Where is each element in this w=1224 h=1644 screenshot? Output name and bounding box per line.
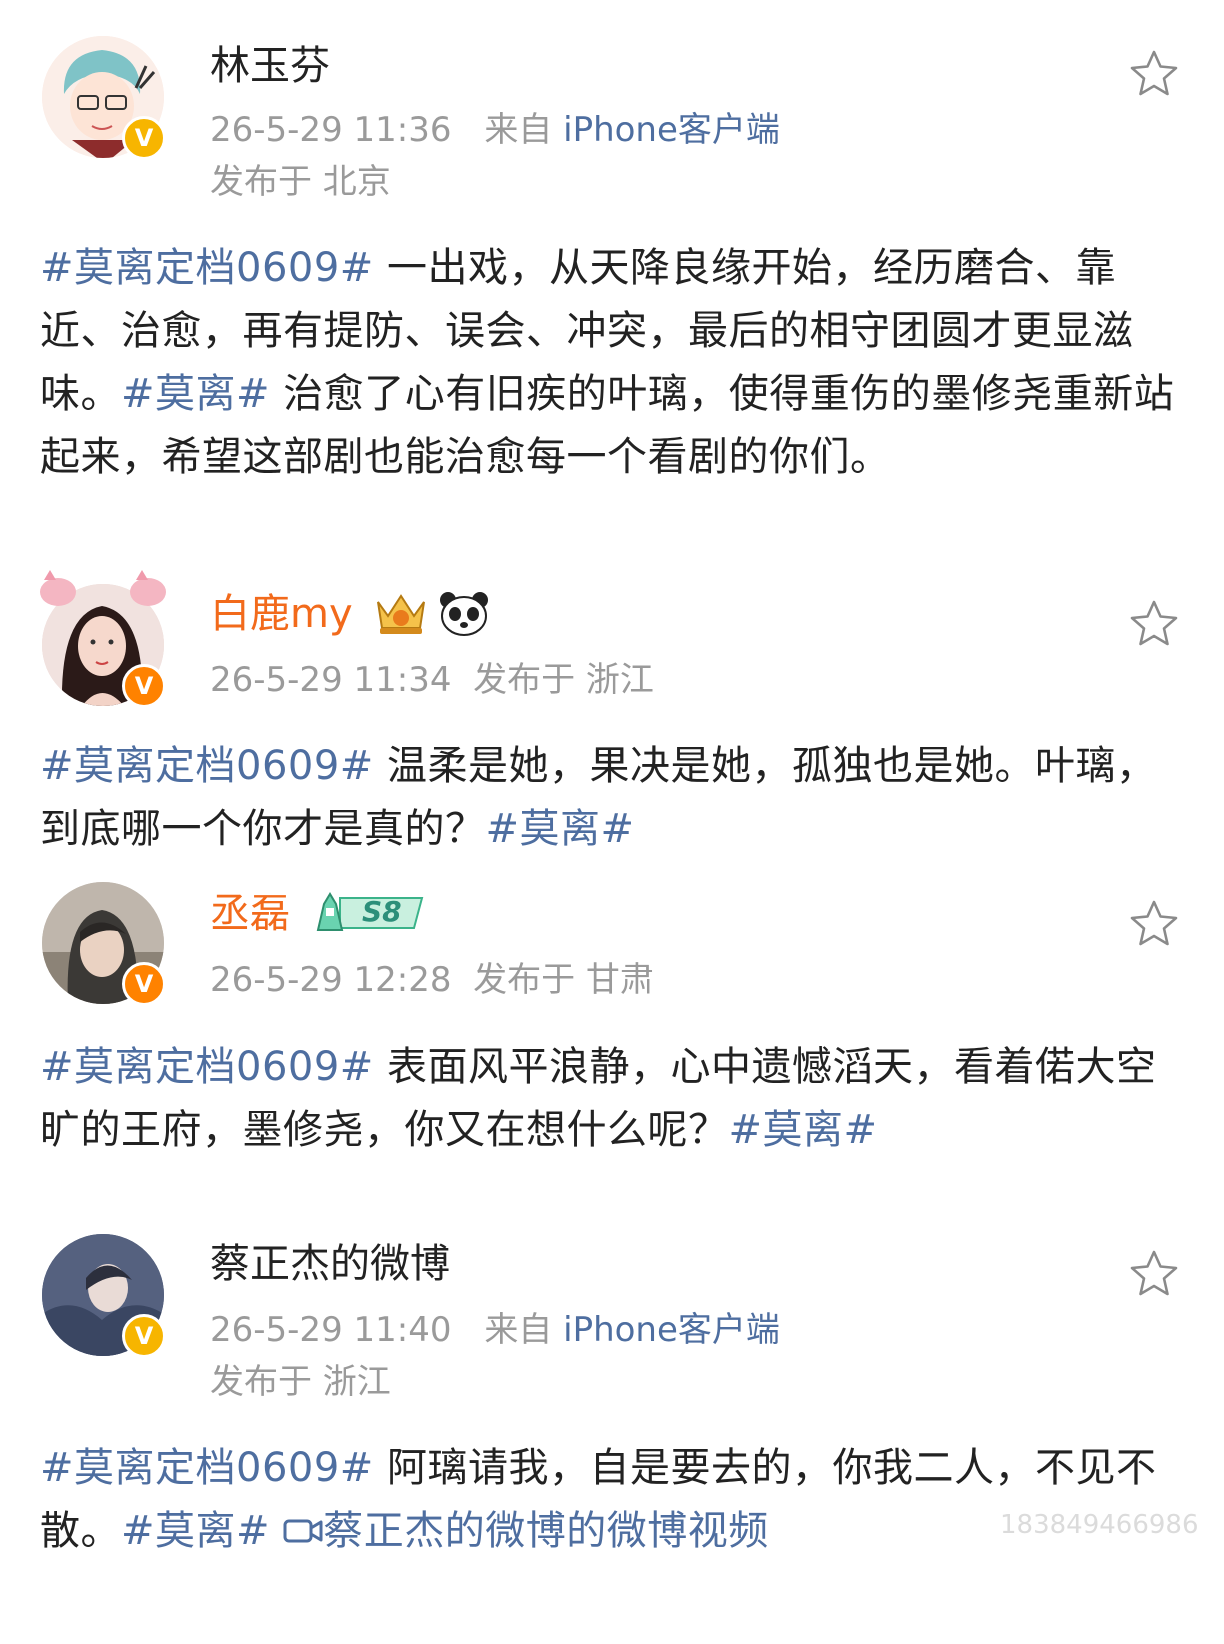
source-prefix: 来自 xyxy=(484,1310,553,1350)
username[interactable]: 林玉芬 xyxy=(210,40,330,92)
verified-badge-icon: V xyxy=(122,1314,166,1358)
panda-icon xyxy=(440,592,488,636)
post-text: #莫离定档0609# 阿璃请我，自是要去的，你我二人，不见不散。#莫离# 蔡正杰… xyxy=(40,1437,1190,1563)
topic-link[interactable]: #莫离定档0609# xyxy=(40,1044,374,1090)
avatar[interactable]: V xyxy=(40,570,166,708)
topic-link[interactable]: #莫离# xyxy=(121,1508,270,1554)
username[interactable]: 丞磊 xyxy=(210,888,290,940)
level-badge: S8 xyxy=(310,890,426,934)
level-badge-label: S8 xyxy=(362,895,402,928)
source-client-link[interactable]: iPhone客户端 xyxy=(563,1310,780,1350)
crown-badge-icon xyxy=(377,594,425,634)
star-outline-icon[interactable] xyxy=(1128,48,1180,100)
topic-link[interactable]: #莫离定档0609# xyxy=(40,245,374,291)
topic-link[interactable]: #莫离# xyxy=(729,1107,878,1153)
post-meta: 26-5-29 11:40 来自 iPhone客户端 xyxy=(210,1308,780,1352)
video-link-label[interactable]: 蔡正杰的微博的微博视频 xyxy=(323,1508,769,1554)
topic-link[interactable]: #莫离# xyxy=(121,371,270,417)
post-location: 发布于 浙江 xyxy=(210,1362,391,1402)
post-time: 26-5-29 11:40 xyxy=(210,1310,452,1350)
star-outline-icon[interactable] xyxy=(1128,898,1180,950)
avatar[interactable]: V xyxy=(42,1234,166,1358)
source-prefix: 来自 xyxy=(484,110,553,150)
post-meta: 26-5-29 11:36 来自 iPhone客户端 xyxy=(210,108,780,152)
video-camera-icon xyxy=(283,1519,323,1543)
post-time: 26-5-29 11:36 xyxy=(210,110,452,150)
source-client-link[interactable]: iPhone客户端 xyxy=(563,110,780,150)
avatar[interactable]: V xyxy=(42,882,166,1006)
pig-decoration-icon xyxy=(40,570,166,606)
video-link[interactable]: 蔡正杰的微博的微博视频 xyxy=(283,1508,769,1554)
topic-link[interactable]: #莫离# xyxy=(486,806,635,852)
post-text: #莫离定档0609# 温柔是她，果决是她，孤独也是她。叶璃，到底哪一个你才是真的… xyxy=(40,735,1190,861)
verified-badge-icon: V xyxy=(122,962,166,1006)
topic-link[interactable]: #莫离定档0609# xyxy=(40,1445,374,1491)
topic-link[interactable]: #莫离定档0609# xyxy=(40,743,374,789)
verified-badge-icon: V xyxy=(122,116,166,160)
username[interactable]: 蔡正杰的微博 xyxy=(210,1238,450,1290)
post-meta: 26-5-29 11:34 发布于 浙江 xyxy=(210,660,654,700)
verified-badge-icon: V xyxy=(122,664,166,708)
post-meta: 26-5-29 12:28 发布于 甘肃 xyxy=(210,960,654,1000)
watermark: 183849466986 xyxy=(1000,1510,1199,1540)
star-outline-icon[interactable] xyxy=(1128,598,1180,650)
post-text: #莫离定档0609# 表面风平浪静，心中遗憾滔天，看着偌大空旷的王府，墨修尧，你… xyxy=(40,1036,1190,1162)
username[interactable]: 白鹿my xyxy=(210,588,353,640)
post-location: 发布于 北京 xyxy=(210,162,391,202)
star-outline-icon[interactable] xyxy=(1128,1248,1180,1300)
post-text: #莫离定档0609# 一出戏，从天降良缘开始，经历磨合、靠近、治愈，再有提防、误… xyxy=(40,237,1190,489)
avatar[interactable]: V xyxy=(42,36,166,160)
